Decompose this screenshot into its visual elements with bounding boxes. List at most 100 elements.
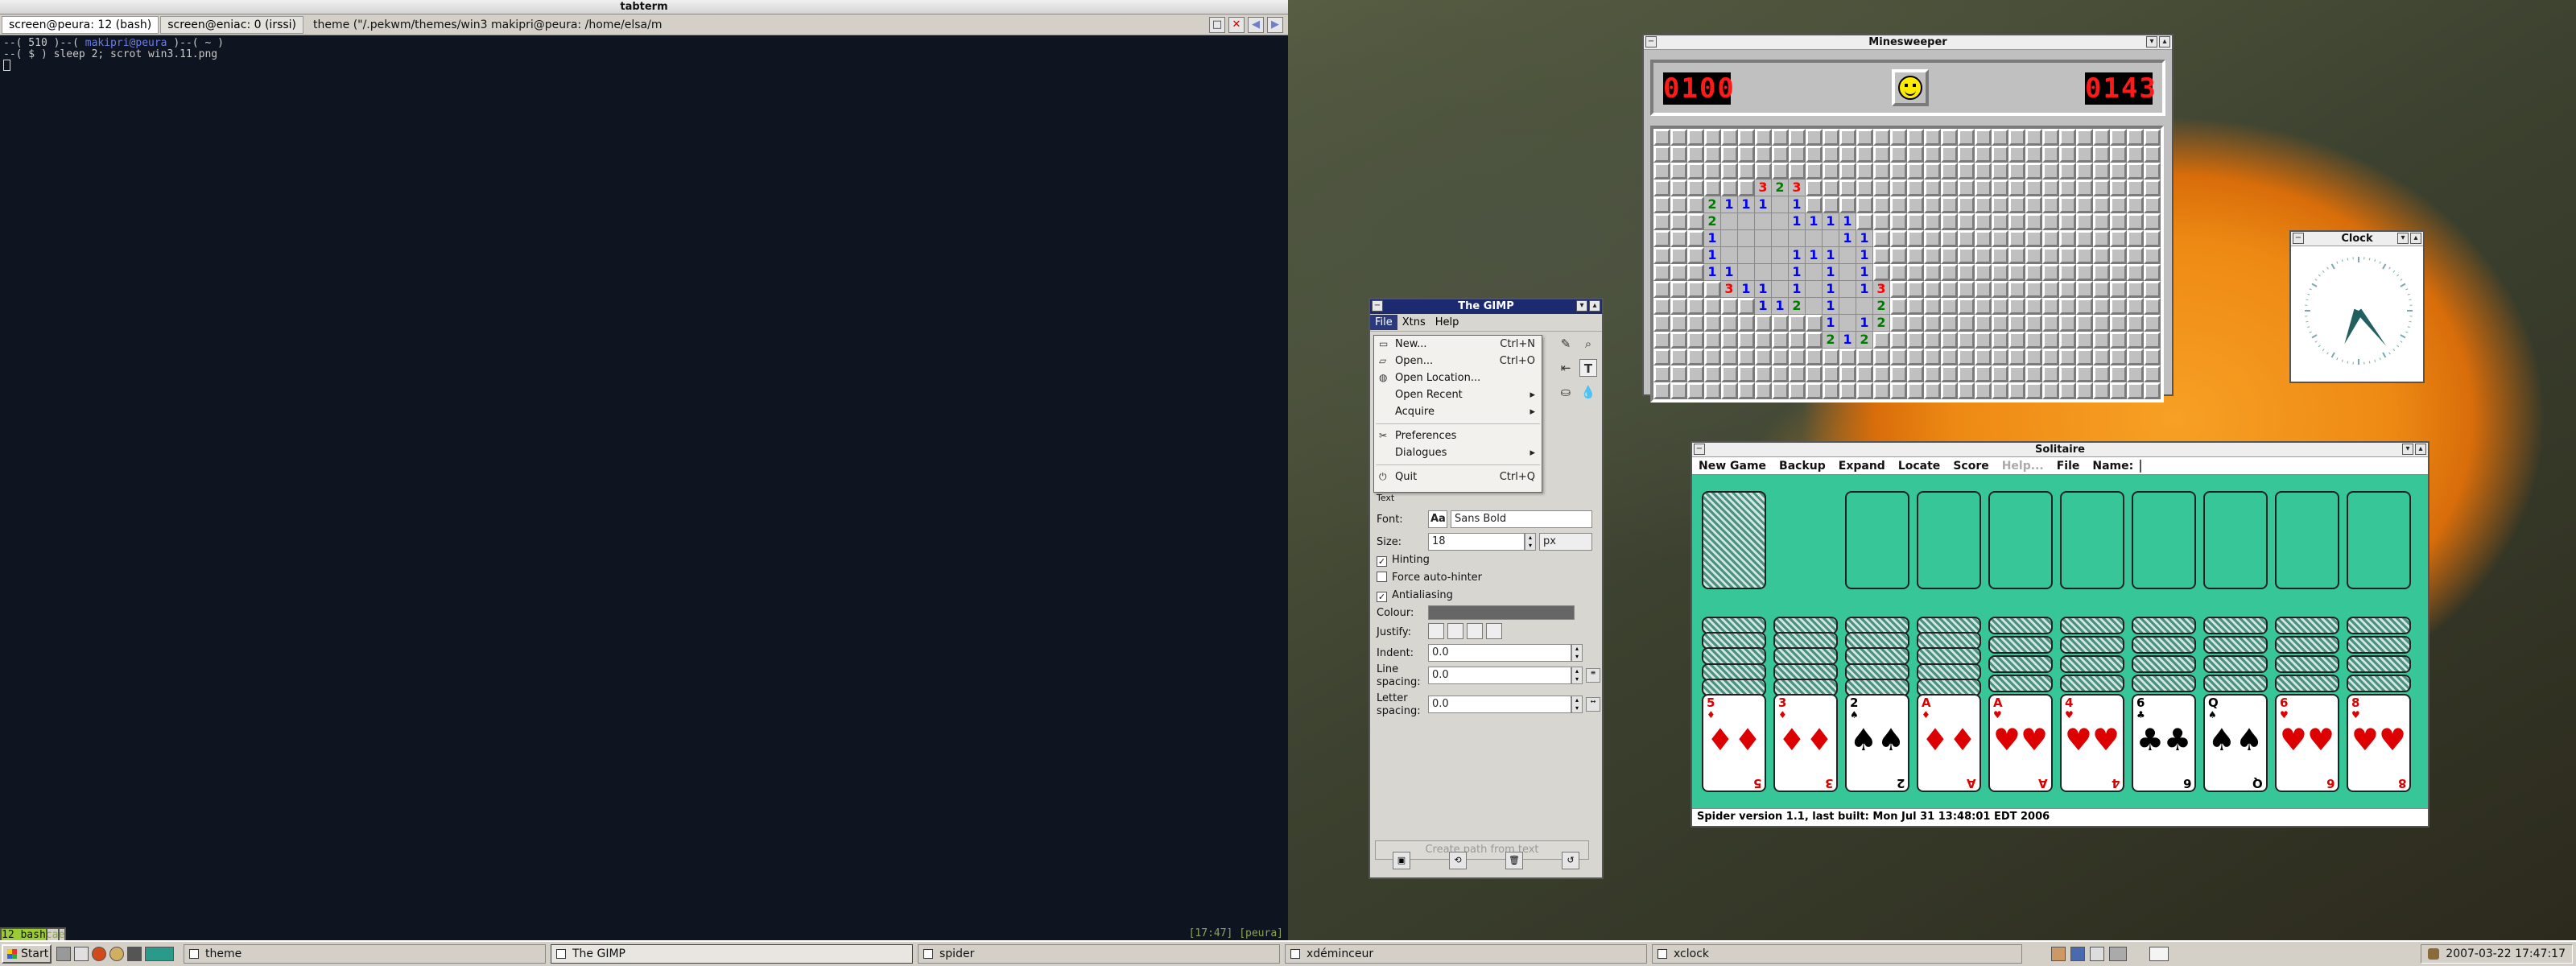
mine-cell[interactable] <box>1992 230 2008 247</box>
terminal-icon[interactable] <box>74 947 89 961</box>
mine-cell[interactable] <box>1907 163 1924 180</box>
mine-cell[interactable] <box>1958 163 1975 180</box>
letter-spacing-input[interactable]: 0.0 <box>1428 696 1571 713</box>
mine-cell[interactable] <box>2042 315 2059 332</box>
mine-cell[interactable] <box>1992 163 2008 180</box>
mine-cell[interactable]: 1 <box>1823 264 1839 281</box>
mine-cell[interactable] <box>2144 129 2161 146</box>
mine-cell[interactable] <box>2110 349 2127 365</box>
mine-cell[interactable] <box>1823 365 1839 382</box>
mine-cell[interactable] <box>1890 382 1907 399</box>
mine-cell[interactable] <box>1992 129 2008 146</box>
font-input[interactable]: Sans Bold <box>1451 510 1592 528</box>
tab-left-icon[interactable]: ◀ <box>1248 16 1264 33</box>
mine-cell[interactable] <box>2042 349 2059 365</box>
line-spacing-input[interactable]: 0.0 <box>1428 667 1571 684</box>
mine-cell[interactable]: 1 <box>1856 281 1873 298</box>
mine-cell[interactable] <box>1687 281 1704 298</box>
mine-cell[interactable] <box>2093 180 2110 196</box>
mine-cell[interactable] <box>2110 180 2127 196</box>
mine-cell[interactable] <box>1721 298 1738 315</box>
mine-cell[interactable] <box>1975 129 1992 146</box>
maximize-icon[interactable]: ▴ <box>2159 36 2170 47</box>
mine-cell[interactable] <box>1958 213 1975 230</box>
mine-cell[interactable] <box>2008 129 2025 146</box>
mine-cell[interactable] <box>2127 349 2144 365</box>
mine-cell[interactable] <box>2042 230 2059 247</box>
mine-cell[interactable]: 1 <box>1789 264 1806 281</box>
letter-spacing-icon[interactable]: ↔ <box>1586 697 1600 712</box>
mine-cell[interactable] <box>2059 129 2076 146</box>
checkbox-empty-icon[interactable] <box>1377 572 1387 582</box>
mine-cell[interactable] <box>2059 281 2076 298</box>
mine-cell[interactable] <box>1806 146 1823 163</box>
mine-cell[interactable] <box>2025 298 2042 315</box>
mine-cell[interactable] <box>1755 247 1772 264</box>
justify-left-icon[interactable] <box>1428 623 1444 639</box>
mine-cell[interactable] <box>1704 129 1721 146</box>
face-down-card[interactable] <box>2347 675 2411 692</box>
mine-cell[interactable] <box>1755 230 1772 247</box>
mine-cell[interactable] <box>1856 163 1873 180</box>
magnify-icon[interactable]: ⌕ <box>1579 335 1597 353</box>
tab-right-icon[interactable]: ▶ <box>1267 16 1283 33</box>
mine-cell[interactable] <box>1823 129 1839 146</box>
taskbar-item-xclock[interactable]: xclock <box>1652 944 2022 964</box>
mine-cell[interactable]: 1 <box>1755 281 1772 298</box>
mine-cell[interactable] <box>2059 298 2076 315</box>
file-menu-item[interactable]: ▱ Open... Ctrl+O <box>1374 353 1542 369</box>
maximize-icon[interactable]: ▴ <box>2410 233 2421 244</box>
mine-cell[interactable] <box>1890 298 1907 315</box>
mine-cell[interactable] <box>1941 180 1958 196</box>
mine-cell[interactable] <box>2127 213 2144 230</box>
foundation-slot[interactable] <box>2275 491 2339 589</box>
mine-cell[interactable] <box>1772 264 1789 281</box>
foundation-slot[interactable] <box>2203 491 2268 589</box>
mine-cell[interactable] <box>1670 129 1687 146</box>
mine-cell[interactable] <box>1941 146 1958 163</box>
mine-cell[interactable] <box>1738 230 1755 247</box>
antialias-option[interactable]: ✓ Antialiasing <box>1377 589 1453 602</box>
mine-cell[interactable] <box>1721 180 1738 196</box>
mine-cell[interactable] <box>2008 281 2025 298</box>
mine-cell[interactable] <box>1823 163 1839 180</box>
mine-cell[interactable] <box>1907 281 1924 298</box>
mine-cell[interactable]: 3 <box>1755 180 1772 196</box>
mine-cell[interactable] <box>1907 247 1924 264</box>
mine-cell[interactable] <box>1839 196 1856 213</box>
mine-cell[interactable] <box>2059 163 2076 180</box>
mine-cell[interactable] <box>2025 180 2042 196</box>
mine-cell[interactable] <box>2042 196 2059 213</box>
mine-cell[interactable] <box>1907 129 1924 146</box>
mine-cell[interactable]: 2 <box>1823 332 1839 349</box>
mine-cell[interactable] <box>2059 230 2076 247</box>
mine-cell[interactable] <box>1907 298 1924 315</box>
minimize-icon[interactable]: ▾ <box>1576 300 1587 312</box>
mine-cell[interactable] <box>1670 365 1687 382</box>
file-menu-item[interactable]: ◍ Open Location... <box>1374 369 1542 386</box>
firefox-icon[interactable] <box>92 947 106 961</box>
gimp-window[interactable]: − The GIMP ▾ ▴ File Xtns Help ✎ ⌕ ⇤ T ⛀ … <box>1368 298 1604 879</box>
face-down-card[interactable] <box>2060 655 2124 673</box>
mine-cell[interactable] <box>1789 146 1806 163</box>
mine-cell[interactable] <box>2076 163 2093 180</box>
mine-cell[interactable] <box>1755 213 1772 230</box>
mine-cell[interactable] <box>1823 146 1839 163</box>
mine-cell[interactable] <box>1941 264 1958 281</box>
mine-cell[interactable] <box>1958 264 1975 281</box>
mine-cell[interactable] <box>1941 315 1958 332</box>
mine-cell[interactable] <box>2059 213 2076 230</box>
mine-cell[interactable] <box>1789 349 1806 365</box>
mine-cell[interactable] <box>1738 146 1755 163</box>
minesweeper-window[interactable]: − Minesweeper ▾ ▴ 0100 0143 323211112111… <box>1642 34 2174 402</box>
mine-cell[interactable] <box>1890 230 1907 247</box>
mine-cell[interactable] <box>1941 332 1958 349</box>
mine-cell[interactable] <box>2076 264 2093 281</box>
mine-cell[interactable] <box>2110 230 2127 247</box>
mine-cell[interactable] <box>1653 332 1670 349</box>
face-down-card[interactable] <box>2347 617 2411 634</box>
mine-grid[interactable]: 3232111121111111111111111131111131121211… <box>1650 126 2164 402</box>
mine-cell[interactable] <box>1721 129 1738 146</box>
tray-app-icon[interactable] <box>2051 947 2066 961</box>
mine-cell[interactable] <box>2144 349 2161 365</box>
